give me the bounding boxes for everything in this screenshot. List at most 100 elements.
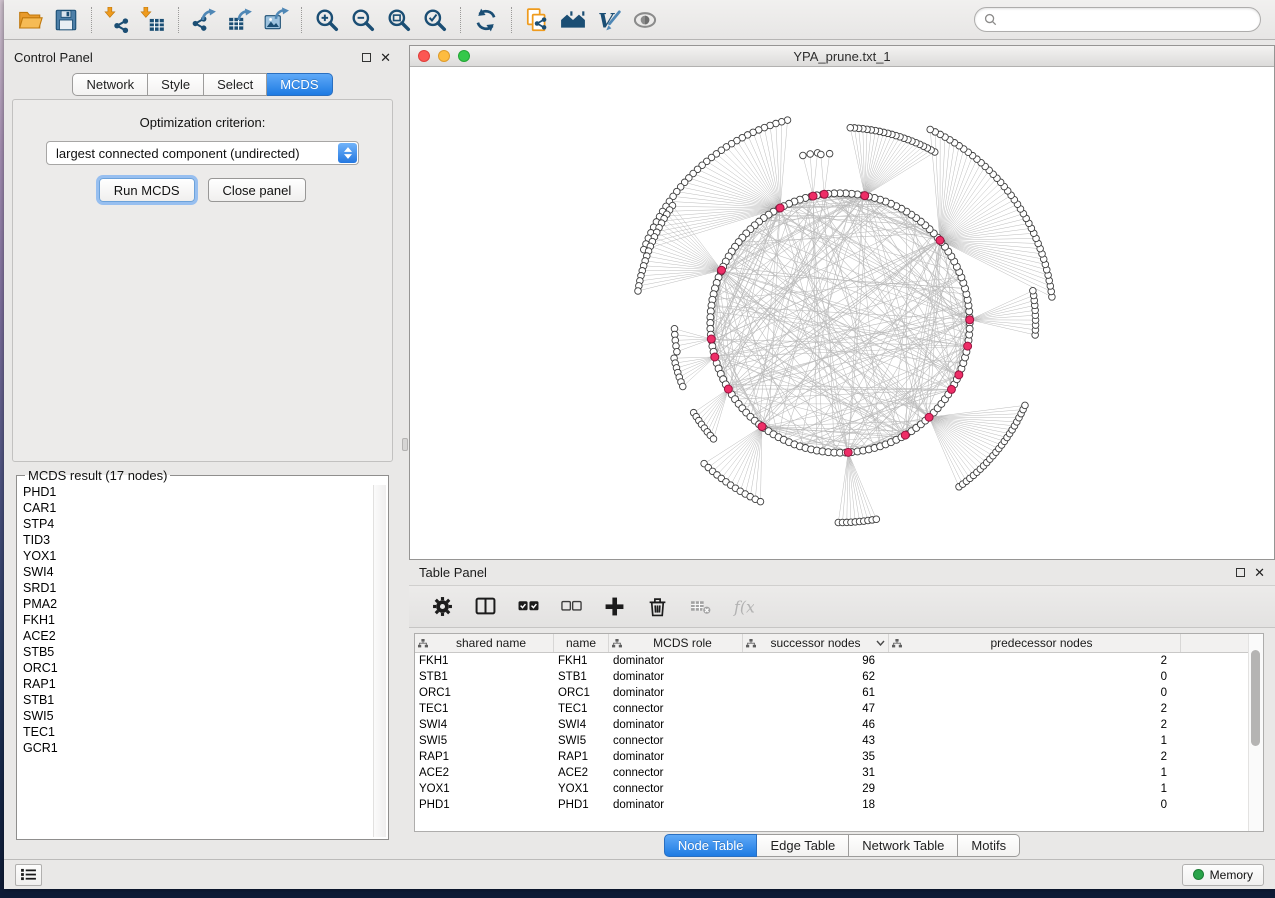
network-hub-node[interactable] xyxy=(717,266,725,274)
table-cell[interactable]: 47 xyxy=(743,703,889,715)
table-cell[interactable]: dominator xyxy=(609,751,743,763)
table-cell[interactable]: TEC1 xyxy=(554,703,609,715)
export-network-button[interactable] xyxy=(186,4,222,36)
table-row[interactable]: SWI4SWI4dominator462 xyxy=(415,717,1248,733)
table-cell[interactable]: 0 xyxy=(889,671,1181,683)
mcds-result-item[interactable]: STB5 xyxy=(23,644,388,660)
table-cell[interactable]: 18 xyxy=(743,799,889,811)
network-node[interactable] xyxy=(966,325,973,332)
tab-network[interactable]: Network xyxy=(72,73,148,96)
mcds-result-item[interactable]: TEC1 xyxy=(23,724,388,740)
network-node[interactable] xyxy=(757,498,764,505)
table-row[interactable]: RAP1RAP1dominator352 xyxy=(415,749,1248,765)
table-cell[interactable]: FKH1 xyxy=(415,655,554,667)
table-cell[interactable]: dominator xyxy=(609,655,743,667)
mcds-result-item[interactable]: SRD1 xyxy=(23,580,388,596)
network-node[interactable] xyxy=(873,516,880,523)
mcds-result-item[interactable]: PHD1 xyxy=(23,484,388,500)
mcds-result-item[interactable]: RAP1 xyxy=(23,676,388,692)
network-hub-node[interactable] xyxy=(955,371,963,379)
table-cell[interactable]: connector xyxy=(609,767,743,779)
network-hub-node[interactable] xyxy=(809,192,817,200)
mcds-result-item[interactable]: FKH1 xyxy=(23,612,388,628)
table-row[interactable]: ACE2ACE2connector311 xyxy=(415,765,1248,781)
table-cell[interactable]: connector xyxy=(609,735,743,747)
table-cell[interactable]: 2 xyxy=(889,719,1181,731)
select-all-button[interactable] xyxy=(516,595,540,619)
task-history-button[interactable] xyxy=(15,864,42,886)
table-cell[interactable]: 46 xyxy=(743,719,889,731)
style-editor-button[interactable]: V xyxy=(591,4,627,36)
panel-splitter[interactable] xyxy=(401,40,409,859)
zoom-out-button[interactable] xyxy=(345,4,381,36)
table-cell[interactable]: RAP1 xyxy=(415,751,554,763)
network-node[interactable] xyxy=(847,124,854,131)
table-row[interactable]: PHD1PHD1dominator180 xyxy=(415,797,1248,813)
table-row[interactable]: STB1STB1dominator620 xyxy=(415,669,1248,685)
table-cell[interactable]: STB1 xyxy=(554,671,609,683)
zoom-in-button[interactable] xyxy=(309,4,345,36)
export-image-button[interactable] xyxy=(258,4,294,36)
network-hub-node[interactable] xyxy=(707,335,715,343)
table-cell[interactable]: ORC1 xyxy=(554,687,609,699)
table-cell[interactable]: 2 xyxy=(889,655,1181,667)
column-header-shared-name[interactable]: shared name xyxy=(415,634,554,652)
apply-layout-button[interactable] xyxy=(468,4,504,36)
table-cell[interactable]: 0 xyxy=(889,687,1181,699)
network-node[interactable] xyxy=(710,436,717,443)
new-column-button[interactable] xyxy=(602,595,626,619)
column-header-predecessor-nodes[interactable]: predecessor nodes xyxy=(889,634,1181,652)
table-cell[interactable]: dominator xyxy=(609,799,743,811)
table-cell[interactable]: SWI5 xyxy=(415,735,554,747)
mcds-result-item[interactable]: SWI4 xyxy=(23,564,388,580)
table-cell[interactable]: ACE2 xyxy=(554,767,609,779)
table-cell[interactable]: 35 xyxy=(743,751,889,763)
import-network-button[interactable] xyxy=(99,4,135,36)
table-cell[interactable]: YOX1 xyxy=(415,783,554,795)
table-cell[interactable]: ORC1 xyxy=(415,687,554,699)
column-header-name[interactable]: name xyxy=(554,634,609,652)
network-hub-node[interactable] xyxy=(758,423,766,431)
import-table-button[interactable] xyxy=(135,4,171,36)
network-hub-node[interactable] xyxy=(901,431,909,439)
network-node[interactable] xyxy=(679,383,686,390)
table-cell[interactable]: PHD1 xyxy=(415,799,554,811)
table-scrollbar-thumb[interactable] xyxy=(1251,650,1260,746)
network-canvas[interactable] xyxy=(410,67,1274,559)
network-hub-node[interactable] xyxy=(724,385,732,393)
mcds-result-item[interactable]: CAR1 xyxy=(23,500,388,516)
table-cell[interactable]: 1 xyxy=(889,767,1181,779)
tab-network-table[interactable]: Network Table xyxy=(849,834,958,857)
mcds-result-item[interactable]: SWI5 xyxy=(23,708,388,724)
tab-select[interactable]: Select xyxy=(204,73,267,96)
search-input[interactable] xyxy=(997,10,1260,30)
close-panel-icon[interactable]: ✕ xyxy=(380,53,391,63)
network-hub-node[interactable] xyxy=(925,413,933,421)
tab-edge-table[interactable]: Edge Table xyxy=(757,834,849,857)
network-hub-node[interactable] xyxy=(776,204,784,212)
table-cell[interactable]: dominator xyxy=(609,671,743,683)
tab-style[interactable]: Style xyxy=(148,73,204,96)
network-hub-node[interactable] xyxy=(964,342,972,350)
network-window-titlebar[interactable]: YPA_prune.txt_1 xyxy=(410,46,1274,67)
tab-mcds[interactable]: MCDS xyxy=(267,73,332,96)
network-hub-node[interactable] xyxy=(966,316,974,324)
table-cell[interactable]: 0 xyxy=(889,799,1181,811)
network-node[interactable] xyxy=(1030,287,1037,294)
network-hub-node[interactable] xyxy=(861,192,869,200)
table-cell[interactable]: PHD1 xyxy=(554,799,609,811)
mcds-list-scrollbar[interactable] xyxy=(373,485,386,837)
table-cell[interactable]: 29 xyxy=(743,783,889,795)
network-hub-node[interactable] xyxy=(820,190,828,198)
table-cell[interactable]: connector xyxy=(609,783,743,795)
table-cell[interactable]: FKH1 xyxy=(554,655,609,667)
table-cell[interactable]: 62 xyxy=(743,671,889,683)
mcds-result-item[interactable]: GCR1 xyxy=(23,740,388,756)
column-header-MCDS-role[interactable]: MCDS role xyxy=(609,634,743,652)
optimization-criterion-select[interactable]: largest connected component (undirected) xyxy=(46,141,359,165)
table-cell[interactable]: RAP1 xyxy=(554,751,609,763)
table-cell[interactable]: 2 xyxy=(889,751,1181,763)
mcds-result-item[interactable]: PMA2 xyxy=(23,596,388,612)
table-cell[interactable]: 96 xyxy=(743,655,889,667)
search-box[interactable] xyxy=(974,7,1261,32)
